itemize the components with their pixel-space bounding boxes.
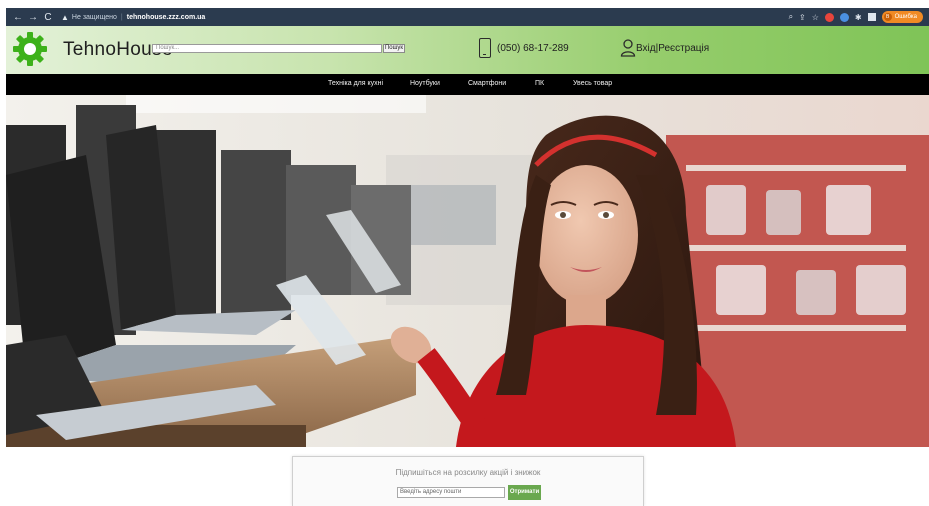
zoom-icon[interactable]: ⌕ — [789, 12, 793, 22]
forward-icon[interactable]: → — [27, 11, 39, 23]
user-icon[interactable] — [620, 38, 636, 58]
gear-logo-icon[interactable] — [12, 31, 48, 67]
browser-toolbar: ← → C ▲ Не защищено | tehnohouse.zzz.com… — [6, 8, 929, 26]
login-register-link[interactable]: Вхід|Реєстрація — [636, 43, 709, 54]
hero-image — [6, 95, 929, 447]
reload-icon[interactable]: C — [42, 11, 54, 23]
site-header: TehnoHouse Пошук... Пошук (050) 68-17-28… — [6, 26, 929, 74]
nav-pc[interactable]: ПК — [535, 80, 544, 87]
nav-all-products[interactable]: Увесь товар — [573, 80, 612, 87]
subscribe-title: Підпишіться на розсилку акцій і знижок — [395, 468, 541, 477]
nav-laptops[interactable]: Ноутбуки — [410, 80, 440, 87]
warning-icon: ▲ — [61, 12, 69, 22]
profile-label: Ошибка — [894, 14, 917, 20]
subscribe-button[interactable]: Отримати — [508, 485, 541, 500]
search-button[interactable]: Пошук — [383, 44, 405, 53]
category-nav: Техніка для кухні Ноутбуки Смартфони ПК … — [6, 74, 929, 95]
nav-kitchen-appliances[interactable]: Техніка для кухні — [328, 80, 383, 87]
back-icon[interactable]: ← — [12, 11, 24, 23]
extension-blue-icon[interactable] — [839, 12, 849, 22]
hero-banner — [6, 95, 929, 447]
share-icon[interactable]: ⇪ — [799, 13, 806, 22]
security-label: Не защищено — [71, 13, 117, 21]
url-text: tehnohouse.zzz.com.ua — [126, 13, 206, 21]
extension-red-icon[interactable] — [824, 12, 834, 22]
url-separator: | — [120, 13, 123, 21]
star-icon[interactable]: ☆ — [812, 13, 819, 22]
phone-number[interactable]: (050) 68-17-289 — [497, 43, 569, 54]
profile-button[interactable]: В Ошибка — [881, 11, 923, 23]
puzzle-icon[interactable]: ✱ — [855, 13, 862, 22]
email-field[interactable]: Введіть адресу пошти — [397, 487, 505, 498]
extensions-area: ⌕ ⇪ ☆ ✱ В Ошибка — [789, 11, 923, 23]
phone-icon — [479, 38, 491, 58]
search-input[interactable]: Пошук... — [152, 44, 382, 53]
address-bar[interactable]: ▲ Не защищено | tehnohouse.zzz.com.ua — [61, 13, 205, 22]
nav-smartphones[interactable]: Смартфони — [468, 80, 506, 87]
sidebar-icon[interactable] — [867, 13, 876, 21]
avatar: В — [883, 13, 892, 21]
